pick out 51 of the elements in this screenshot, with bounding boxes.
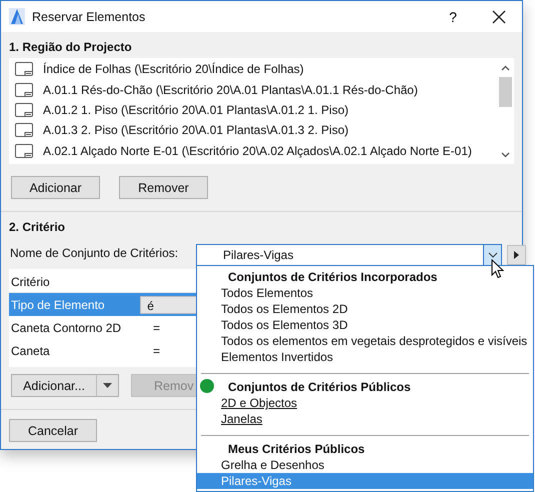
add-split-button[interactable]: Adicionar... bbox=[11, 374, 97, 397]
list-item[interactable]: A.01.3 2. Piso (\Escritório 20\A.01 Plantas\A.01.3 2. Piso) bbox=[43, 123, 348, 138]
menu-item[interactable]: Todos os Elementos 3D bbox=[197, 317, 533, 333]
section-heading: 2. Critério bbox=[9, 219, 66, 236]
dialog-button[interactable]: Remover bbox=[119, 176, 208, 199]
menu-item[interactable]: 2D e Objectos bbox=[197, 395, 533, 411]
help-button[interactable]: ? bbox=[430, 1, 476, 32]
window-title: Reservar Elementos bbox=[32, 10, 146, 24]
dialog-button[interactable]: Adicionar bbox=[11, 176, 100, 199]
menu-item[interactable]: Todos os Elementos 2D bbox=[197, 301, 533, 317]
list-item[interactable]: A.01.2 1. Piso (\Escritório 20\A.01 Plantas\A.01.2 1. Piso) bbox=[43, 102, 348, 117]
layout-sheet-icon bbox=[15, 123, 33, 138]
menu-group-title: Meus Critérios Públicos bbox=[228, 442, 365, 456]
layout-sheet-icon bbox=[15, 102, 33, 117]
menu-group-title: Conjuntos de Critérios Incorporados bbox=[228, 270, 438, 284]
section-heading: 1. Região do Projecto bbox=[9, 39, 133, 56]
menu-item[interactable]: Todos os elementos em vegetais desprotegidos e visíveis bbox=[197, 333, 533, 349]
chevron-down-icon bbox=[488, 252, 498, 258]
next-button[interactable] bbox=[507, 245, 526, 265]
column-header: Critério bbox=[10, 275, 51, 289]
scroll-thumb[interactable] bbox=[499, 77, 512, 107]
list-item[interactable]: A.01.1 Rés-do-Chão (\Escritório 20\A.01 Plantas\A.01.1 Rés-do-Chão) bbox=[43, 82, 418, 97]
field-label: Nome de Conjunto de Critérios: bbox=[10, 246, 178, 260]
caret-icon bbox=[103, 383, 112, 388]
menu-item[interactable]: Janelas bbox=[197, 411, 533, 427]
table-row[interactable]: Caneta Contorno 2D = bbox=[9, 316, 197, 339]
operator-dropdown[interactable]: é bbox=[140, 296, 197, 314]
table-cell-text: Caneta bbox=[10, 344, 51, 358]
play-icon bbox=[514, 251, 519, 259]
menu-item[interactable]: Grelha e Desenhos bbox=[197, 457, 533, 473]
table-cell-text: Caneta Contorno 2D bbox=[10, 321, 122, 335]
app-logo-icon bbox=[9, 8, 25, 25]
menu-group-title: Conjuntos de Critérios Públicos bbox=[228, 380, 411, 394]
menu-item[interactable]: Todos Elementos bbox=[197, 285, 533, 301]
layout-sheet-icon bbox=[15, 62, 33, 76]
table-cell-text: = bbox=[152, 344, 160, 358]
close-icon bbox=[492, 10, 506, 24]
scroll-up-icon[interactable] bbox=[501, 65, 510, 71]
list-item[interactable]: A.02.1 Alçado Norte E-01 (\Escritório 20\A.02 Alçados\A.02.1 Alçado Norte E-01) bbox=[43, 144, 472, 158]
criteria-set-dropdown[interactable]: Pilares-Vigas bbox=[196, 244, 502, 266]
table-row[interactable]: Tipo de Elemento é bbox=[9, 293, 197, 316]
dropdown-button[interactable] bbox=[97, 374, 119, 397]
table-cell-text: = bbox=[152, 321, 160, 335]
scroll-down-icon[interactable] bbox=[501, 152, 510, 158]
table-row[interactable]: Caneta = bbox=[9, 339, 197, 362]
menu-item[interactable]: Elementos Invertidos bbox=[197, 349, 533, 365]
table-cell-text: Tipo de Elemento bbox=[10, 298, 106, 312]
layout-sheet-icon bbox=[15, 82, 33, 97]
cancel-button[interactable]: Cancelar bbox=[9, 419, 97, 442]
list-item[interactable]: Índice de Folhas (\Escritório 20\Índice de Folhas) bbox=[43, 62, 304, 76]
layout-sheet-icon bbox=[15, 144, 33, 158]
